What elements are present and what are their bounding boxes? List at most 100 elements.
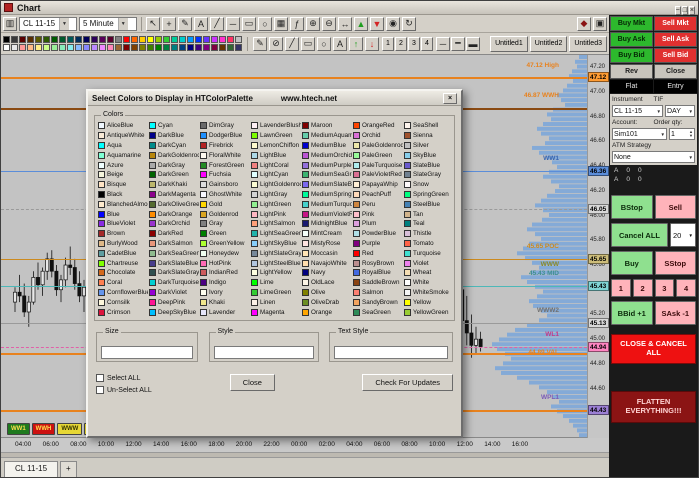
color-option-lightgray[interactable]: LightGray — [251, 190, 301, 200]
palette-swatch[interactable] — [43, 44, 50, 51]
account-select[interactable]: Sim101 ▼ — [612, 128, 667, 140]
marker-number-button-4[interactable]: 4 — [421, 37, 433, 51]
grid-icon[interactable]: ▦ — [274, 17, 288, 31]
color-option-steelblue[interactable]: SteelBlue — [404, 199, 454, 209]
color-option-peachpuff[interactable]: PeachPuff — [353, 190, 403, 200]
color-option-ivory[interactable]: Ivory — [200, 288, 250, 298]
color-option-turquoise[interactable]: Turquoise — [404, 248, 454, 258]
color-option-moccasin[interactable]: Moccasin — [302, 248, 352, 258]
palette-swatch[interactable] — [107, 44, 114, 51]
color-option-yellow[interactable]: Yellow — [404, 297, 454, 307]
qty-button-4[interactable]: 4 — [676, 279, 696, 297]
thick-line-icon[interactable]: ▬ — [466, 37, 480, 51]
palette-swatch[interactable] — [235, 44, 242, 51]
color-option-seashell[interactable]: SeaShell — [404, 121, 454, 131]
color-option-powderblue[interactable]: PowderBlue — [353, 229, 403, 239]
color-option-mediumturquoise[interactable]: MediumTurquoise — [302, 199, 352, 209]
buy-button[interactable]: Buy — [611, 251, 653, 275]
palette-swatch[interactable] — [203, 44, 210, 51]
close-button[interactable]: × — [689, 6, 695, 15]
horizontal-line-icon[interactable]: ─ — [226, 17, 240, 31]
palette-swatch[interactable] — [27, 44, 34, 51]
color-option-salmon[interactable]: Salmon — [353, 288, 403, 298]
quick-button-ww1[interactable]: WW1 — [7, 423, 30, 435]
sell-order-icon[interactable]: ▼ — [370, 17, 384, 31]
color-option-blueviolet[interactable]: BlueViolet — [98, 219, 148, 229]
color-option-gold[interactable]: Gold — [200, 199, 250, 209]
palette-swatch[interactable] — [171, 36, 178, 43]
qty-button-1[interactable]: 1 — [611, 279, 631, 297]
color-option-bisque[interactable]: Bisque — [98, 180, 148, 190]
text-style-input[interactable] — [334, 346, 448, 359]
dialog-close-icon[interactable]: × — [443, 93, 457, 104]
add-tab-button[interactable]: + — [60, 461, 77, 478]
palette-swatch[interactable] — [43, 36, 50, 43]
color-option-mediumseagreen[interactable]: MediumSeaGreen — [302, 170, 352, 180]
color-option-mediumaquamarine[interactable]: MediumAquamarine — [302, 131, 352, 141]
palette-swatch[interactable] — [139, 36, 146, 43]
palette-swatch[interactable] — [219, 44, 226, 51]
trendline-icon[interactable]: ╱ — [210, 17, 224, 31]
buy-bid-button[interactable]: Buy Bid — [610, 48, 653, 63]
color-option-sienna[interactable]: Sienna — [404, 131, 454, 141]
snapshot-icon[interactable]: ◉ — [386, 17, 400, 31]
down-arrow-icon[interactable]: ↓ — [365, 37, 379, 51]
color-option-deeppink[interactable]: DeepPink — [149, 297, 199, 307]
color-option-mediumblue[interactable]: MediumBlue — [302, 141, 352, 151]
color-option-lavender[interactable]: Lavender — [200, 307, 250, 317]
color-option-royalblue[interactable]: RoyalBlue — [353, 268, 403, 278]
palette-swatch[interactable] — [195, 44, 202, 51]
flatten-everything-button[interactable]: FLATTEN EVERYTHING!!! — [611, 391, 696, 423]
atm-strategy-select[interactable]: None ▼ — [612, 151, 695, 163]
color-option-midnightblue[interactable]: MidnightBlue — [302, 219, 352, 229]
palette-swatch[interactable] — [123, 44, 130, 51]
color-option-darkgreen[interactable]: DarkGreen — [149, 170, 199, 180]
palette-swatch[interactable] — [59, 44, 66, 51]
buy-bid-plus-button[interactable]: BBid +1 — [611, 301, 653, 325]
pin-icon[interactable]: ▣ — [593, 17, 607, 31]
unselect-all-checkbox[interactable]: Un-Select ALL — [96, 386, 152, 394]
color-option-snow[interactable]: Snow — [404, 180, 454, 190]
color-option-maroon[interactable]: Maroon — [302, 121, 352, 131]
color-option-lightpink[interactable]: LightPink — [251, 209, 301, 219]
color-option-rosybrown[interactable]: RosyBrown — [353, 258, 403, 268]
stepper-arrows-icon[interactable]: ▲▼ — [689, 130, 693, 138]
color-option-orchid[interactable]: Orchid — [353, 131, 403, 141]
color-option-lightcoral[interactable]: LightCoral — [251, 160, 301, 170]
qty-preset-select[interactable]: 20 ▼ — [670, 223, 696, 247]
qty-button-2[interactable]: 2 — [633, 279, 653, 297]
color-option-floralwhite[interactable]: FloralWhite — [200, 150, 250, 160]
palette-swatch[interactable] — [27, 36, 34, 43]
color-option-chocolate[interactable]: Chocolate — [98, 268, 148, 278]
palette-swatch[interactable] — [99, 44, 106, 51]
color-option-darkkhaki[interactable]: DarkKhaki — [149, 180, 199, 190]
color-option-lemonchiffon[interactable]: LemonChiffon — [251, 141, 301, 151]
palette-swatch[interactable] — [219, 36, 226, 43]
quick-button-wwh[interactable]: WWH — [32, 423, 56, 435]
palette-swatch[interactable] — [91, 36, 98, 43]
color-option-seagreen[interactable]: SeaGreen — [353, 307, 403, 317]
color-option-mediumorchid[interactable]: MediumOrchid — [302, 150, 352, 160]
check-for-updates-button[interactable]: Check For Updates — [362, 374, 453, 391]
instrument-select[interactable]: CL 11-15 ▼ — [19, 17, 77, 31]
price-axis[interactable]: 47.2047.0046.8046.6046.4046.2046.0045.80… — [587, 55, 609, 438]
color-option-lawngreen[interactable]: LawnGreen — [251, 131, 301, 141]
color-option-darkolivegreen[interactable]: DarkOliveGreen — [149, 199, 199, 209]
thin-line-icon[interactable]: ─ — [436, 37, 450, 51]
text-tool-icon[interactable]: A — [194, 17, 208, 31]
color-option-lavenderblush[interactable]: LavenderBlush — [251, 121, 301, 131]
buy-ask-button[interactable]: Buy Ask — [610, 32, 653, 47]
sidebar-instrument-select[interactable]: CL 11-15 ▼ — [612, 105, 663, 117]
line-tool-icon[interactable]: ╱ — [285, 37, 299, 51]
color-option-slateblue[interactable]: SlateBlue — [404, 160, 454, 170]
palette-swatch[interactable] — [51, 36, 58, 43]
eraser-icon[interactable]: ⊘ — [269, 37, 283, 51]
color-option-navy[interactable]: Navy — [302, 268, 352, 278]
reverse-button[interactable]: Rev — [610, 64, 653, 79]
color-option-lightsalmon[interactable]: LightSalmon — [251, 219, 301, 229]
color-option-lime[interactable]: Lime — [251, 278, 301, 288]
color-option-black[interactable]: Black — [98, 190, 148, 200]
palette-swatch[interactable] — [35, 44, 42, 51]
pointer-icon[interactable]: ↖ — [146, 17, 160, 31]
color-option-lightskyblue[interactable]: LightSkyBlue — [251, 239, 301, 249]
